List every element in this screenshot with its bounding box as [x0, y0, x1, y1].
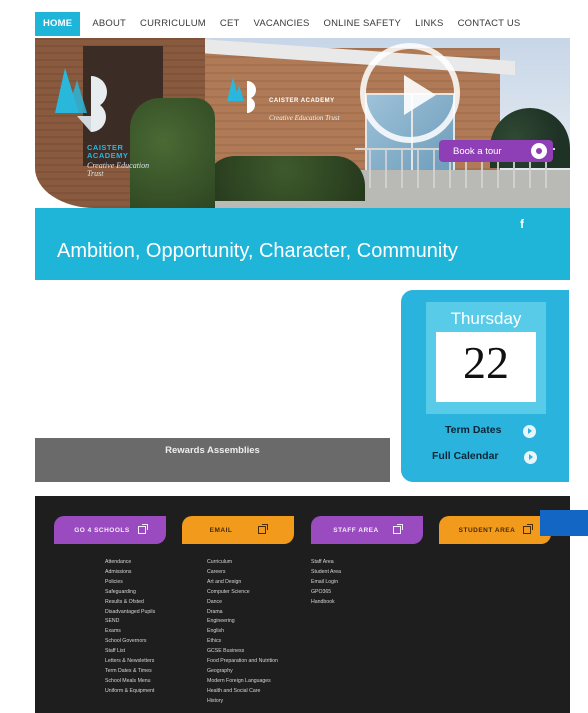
nav-online-safety[interactable]: ONLINE SAFETY [324, 12, 402, 36]
email-button[interactable]: EMAIL [182, 516, 294, 544]
footer-links-school: Attendance Admissions Policies Safeguard… [105, 558, 155, 697]
main-nav: HOME ABOUT CURRICULUM CET VACANCIES ONLI… [35, 12, 565, 36]
logo-subtext: Creative Education Trust [87, 161, 150, 178]
hero-video[interactable]: CAISTER ACADEMY Creative Education Trust… [35, 38, 570, 208]
footer-link[interactable]: Food Preparation and Nutrition [207, 657, 278, 667]
footer-link[interactable]: Ethics [207, 637, 278, 647]
side-tab[interactable] [540, 510, 588, 536]
footer-link[interactable]: Disadvantaged Pupils [105, 608, 155, 618]
full-calendar-label: Full Calendar [432, 450, 499, 462]
news-caption-bar[interactable]: Rewards Assemblies [35, 438, 390, 482]
date-box: 22 [436, 332, 536, 402]
footer-link[interactable]: Health and Social Care [207, 687, 278, 697]
staff-area-label: STAFF AREA [333, 526, 379, 534]
footer-link[interactable]: Admissions [105, 568, 155, 578]
nav-vacancies[interactable]: VACANCIES [254, 12, 310, 36]
logo-text: CAISTER ACADEMY [87, 143, 129, 160]
news-slider[interactable] [35, 290, 390, 438]
footer-link[interactable]: English [207, 627, 278, 637]
footer-link[interactable]: Curriculum [207, 558, 278, 568]
term-dates-link[interactable]: Term Dates [445, 424, 536, 438]
external-link-icon [523, 524, 534, 534]
footer-link[interactable]: Student Area [311, 568, 341, 578]
footer-link[interactable]: SEND [105, 617, 155, 627]
calendar-widget: Thursday 22 Term Dates Full Calendar [401, 290, 569, 482]
footer: GO 4 SCHOOLS EMAIL STAFF AREA STUDENT AR… [35, 496, 570, 713]
staff-area-button[interactable]: STAFF AREA [311, 516, 423, 544]
footer-link[interactable]: Engineering [207, 617, 278, 627]
academy-logo-icon [55, 68, 107, 132]
facebook-icon[interactable]: f [520, 217, 524, 231]
nav-home[interactable]: HOME [35, 12, 81, 36]
book-a-tour-label: Book a tour [453, 145, 502, 157]
calendar-date: 22 [463, 337, 509, 388]
hedge [205, 156, 365, 201]
external-link-icon [392, 524, 403, 534]
book-a-tour-button[interactable]: Book a tour [439, 140, 553, 162]
calendar-day: Thursday [450, 309, 522, 328]
term-dates-label: Term Dates [445, 424, 502, 436]
external-link-icon [258, 524, 269, 534]
nav-contact-us[interactable]: CONTACT US [458, 12, 521, 36]
sign-text: CAISTER ACADEMY [269, 98, 335, 104]
footer-link[interactable]: Attendance [105, 558, 155, 568]
arrow-circle-icon [524, 451, 537, 464]
arrow-circle-icon [523, 425, 536, 438]
footer-link[interactable]: Dance [207, 598, 278, 608]
footer-link[interactable]: Computer Science [207, 588, 278, 598]
footer-link[interactable]: Results & Ofsted [105, 598, 155, 608]
go4schools-label: GO 4 SCHOOLS [74, 526, 130, 534]
footer-link[interactable]: School Governors [105, 637, 155, 647]
footer-link[interactable]: Uniform & Equipment [105, 687, 155, 697]
student-area-button[interactable]: STUDENT AREA [439, 516, 551, 544]
nav-about[interactable]: ABOUT [92, 12, 126, 36]
student-area-label: STUDENT AREA [458, 526, 516, 534]
building-sign-logo-icon [227, 77, 256, 113]
footer-link[interactable]: Art and Design [207, 578, 278, 588]
footer-link[interactable]: Drama [207, 608, 278, 618]
nav-cet[interactable]: CET [220, 12, 240, 36]
date-card: Thursday 22 [426, 302, 546, 414]
news-caption: Rewards Assemblies [165, 445, 260, 456]
footer-links-curriculum: Curriculum Careers Art and Design Comput… [207, 558, 278, 707]
footer-link[interactable]: Policies [105, 578, 155, 588]
tagline-banner: f Ambition, Opportunity, Character, Comm… [35, 208, 570, 280]
footer-link[interactable]: Term Dates & Times [105, 667, 155, 677]
nav-links[interactable]: LINKS [415, 12, 443, 36]
email-label: EMAIL [209, 526, 233, 534]
footer-link[interactable]: Exams [105, 627, 155, 637]
footer-link[interactable]: Handbook [311, 598, 341, 608]
footer-link[interactable]: Safeguarding [105, 588, 155, 598]
footer-link[interactable]: School Meals Menu [105, 677, 155, 687]
footer-link[interactable]: Staff List [105, 647, 155, 657]
nav-curriculum[interactable]: CURRICULUM [140, 12, 206, 36]
sign-subtext: Creative Education Trust [269, 114, 340, 122]
footer-link[interactable]: GCSE Business [207, 647, 278, 657]
play-icon[interactable] [360, 43, 460, 143]
external-link-icon [137, 524, 148, 534]
full-calendar-link[interactable]: Full Calendar [432, 450, 537, 464]
footer-link[interactable]: GPO365 [311, 588, 341, 598]
tagline: Ambition, Opportunity, Character, Commun… [57, 240, 458, 262]
go4schools-button[interactable]: GO 4 SCHOOLS [54, 516, 166, 544]
footer-links-login: Staff Area Student Area Email Login GPO3… [311, 558, 341, 608]
footer-link[interactable]: Careers [207, 568, 278, 578]
footer-link[interactable]: Staff Area [311, 558, 341, 568]
footer-link[interactable]: Email Login [311, 578, 341, 588]
footer-link[interactable]: Modern Foreign Languages [207, 677, 278, 687]
footer-link[interactable]: History [207, 697, 278, 707]
footer-link[interactable]: Geography [207, 667, 278, 677]
footer-link[interactable]: Letters & Newsletters [105, 657, 155, 667]
tour-arrow-icon [531, 143, 547, 159]
